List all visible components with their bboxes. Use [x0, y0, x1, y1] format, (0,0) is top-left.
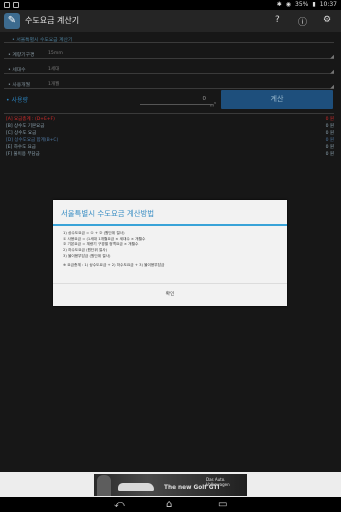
dialog-body: 1) 상수도요금 = ① + ② (원단위 절사) ① 사용요금 = (1세대 …	[63, 231, 277, 268]
image-notification-icon	[13, 2, 19, 8]
ad-banner[interactable]: Das Auto. Volkswagen The new Golf GTI	[94, 474, 247, 496]
pipe-size-dropdown[interactable]: • 계량기구경 15mm ◢	[4, 48, 334, 60]
dialog-title-divider	[53, 224, 287, 226]
recent-apps-icon[interactable]: ▭	[218, 499, 227, 510]
result-row-sewer: [E] 하수도 요금 0 원	[6, 145, 334, 150]
bluetooth-icon: ✱	[276, 1, 282, 8]
battery-icon: ▮	[312, 1, 316, 8]
dialog-title: 서울특별시 수도요금 계산방법	[61, 209, 155, 218]
settings-icon[interactable]: ⚙	[323, 15, 331, 25]
clock: 10:37	[319, 1, 337, 8]
wifi-icon: ◉	[285, 1, 292, 8]
form-section-header: • 서울특별시 수도요금 계산기	[4, 32, 334, 43]
result-row-water-base: [B] 상수도 기본요금 0 원	[6, 124, 334, 129]
months-value: 1개월	[48, 82, 60, 87]
ad-headline: The new Golf GTI	[164, 485, 220, 491]
calculate-button[interactable]: 계산	[221, 90, 333, 109]
result-row-water-sum: [D] 상수도요금 합계(B+C) 0 원	[6, 138, 334, 143]
dropdown-arrow-icon: ◢	[330, 54, 334, 60]
usage-label: • 사용량	[6, 97, 29, 104]
pipe-size-label: • 계량기구경	[8, 53, 35, 58]
household-value: 1세대	[48, 67, 60, 72]
help-icon[interactable]: ?	[275, 15, 280, 25]
pipe-size-value: 15mm	[48, 51, 63, 56]
info-icon[interactable]: ⓘ	[298, 15, 307, 28]
dropdown-arrow-icon: ◢	[330, 69, 334, 75]
form-section-title: • 서울특별시 수도요금 계산기	[12, 38, 73, 43]
months-dropdown[interactable]: • 사용개월 1개월 ◢	[4, 78, 334, 90]
ad-car-image	[118, 483, 154, 491]
app-title: 수도요금 계산기	[25, 16, 80, 25]
app-notification-icon	[4, 2, 10, 8]
months-label: • 사용개월	[8, 83, 31, 88]
navigation-bar: ⤺ ⌂ ▭	[0, 497, 341, 512]
result-row-water-use-charge: [F] 물이용 부담금 0 원	[6, 152, 334, 157]
calculation-method-dialog: 서울특별시 수도요금 계산방법 1) 상수도요금 = ① + ② (원단위 절사…	[53, 200, 287, 306]
home-icon[interactable]: ⌂	[166, 499, 172, 510]
result-row-water-fee: [C] 상수도 요금 0 원	[6, 131, 334, 136]
household-dropdown[interactable]: • 세대수 1세대 ◢	[4, 63, 334, 75]
usage-input[interactable]: 0	[140, 96, 210, 105]
ad-person-image	[97, 475, 111, 496]
dialog-line: ※ 요금총계 : 1) 상수도요금 + 2) 하수도요금 + 3) 물이용부담금	[63, 262, 165, 267]
usage-value: 0	[202, 96, 207, 102]
action-bar: ✎ 수도요금 계산기 ? ⓘ ⚙	[0, 10, 341, 32]
back-icon[interactable]: ⤺	[114, 499, 125, 510]
divider	[4, 113, 334, 114]
usage-unit: m3	[210, 101, 216, 108]
dialog-ok-button[interactable]: 확인	[53, 283, 287, 306]
battery-percent: 35%	[295, 1, 309, 8]
household-label: • 세대수	[8, 68, 26, 73]
app-logo-icon: ✎	[4, 13, 20, 29]
status-bar: ✱ ◉ 35% ▮ 10:37	[0, 0, 341, 10]
result-row-total: [A] 요금총계 : (D+E+F) 0 원	[6, 117, 334, 122]
